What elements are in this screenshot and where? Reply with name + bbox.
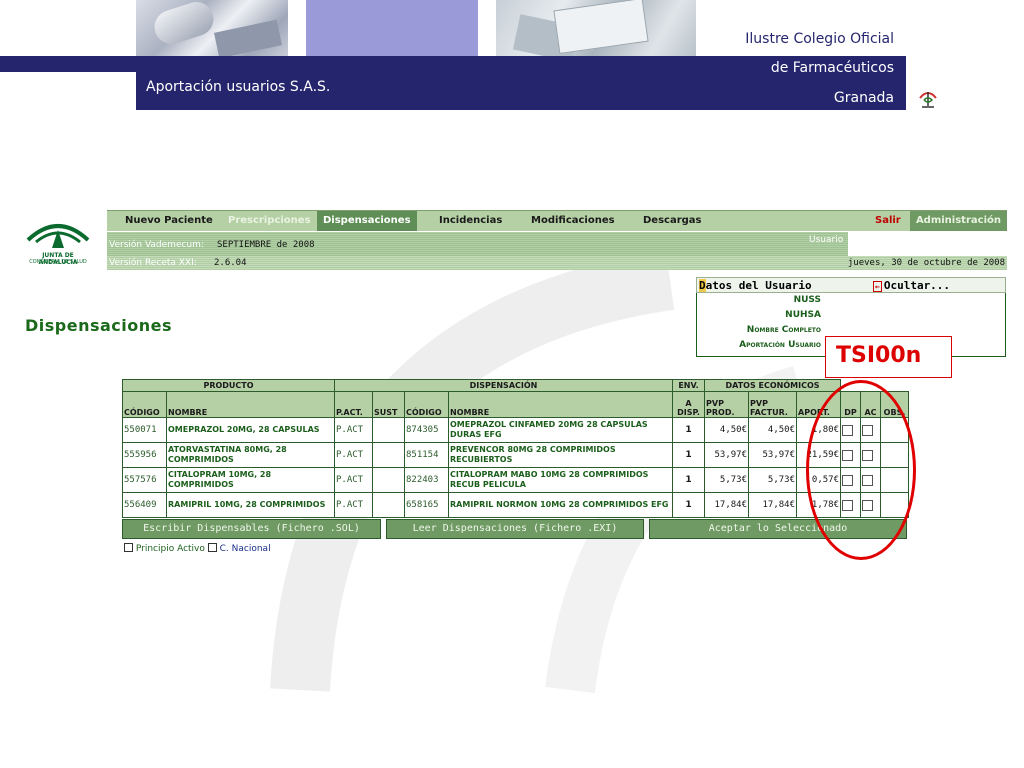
col-codigo-disp: CÓDIGO [404,391,449,418]
user-data-title: Datos del Usuario [699,279,812,292]
dispensations-table: PRODUCTO DISPENSACIÓN ENV. DATOS ECONÓMI… [122,379,910,518]
header-photo-pda [136,0,288,59]
user-data-header: Datos del Usuario ← Ocultar... [696,277,1006,293]
cell-sust [372,492,405,518]
info-bar-receta: Versión Receta XXI: 2.6.04 jueves, 30 de… [107,256,1007,270]
receta-value: 2.6.04 [214,258,247,268]
nav-incidencias[interactable]: Incidencias [439,215,502,226]
vademecum-label: Versión Vademecum: [109,240,204,250]
cell-pvp-prod: 5,73€ [704,467,750,493]
cell-nombre: CITALOPRAM 10MG, 28 COMPRIMIDOS [166,467,335,493]
usuario-label: Usuario [809,235,844,245]
principio-activo-label: Principio Activo [135,544,205,554]
header-photo-documents [496,0,696,62]
cell-nombre-disp: OMEPRAZOL CINFAMED 20MG 28 CAPSULAS DURA… [447,417,674,443]
c-nacional-checkbox[interactable] [207,543,217,552]
app-title: Aportación usuarios S.A.S. [146,79,331,95]
cell-nombre: ATORVASTATINA 80MG, 28 COMPRIMIDOS [166,442,335,468]
cell-pact: P.ACT [334,467,373,493]
col-pact: P.ACT. [334,391,373,418]
main-navbar: Nuevo Paciente Prescripciones Dispensaci… [107,210,1007,231]
cell-sust [372,417,405,443]
nav-nuevo-paciente[interactable]: Nuevo Paciente [125,215,213,226]
cell-pvp-fact: 5,73€ [748,467,798,493]
col-nombre-disp: NOMBRE [447,391,674,418]
cell-codigo: 550071 [122,417,167,443]
cell-codigo-disp: 658165 [404,492,449,518]
hide-user-data-link[interactable]: ← Ocultar... [873,279,950,292]
cell-qty: 1 [672,492,706,518]
col-pvp-prod: PVP PROD. [704,391,750,418]
cell-pvp-fact: 53,97€ [748,442,798,468]
college-name-line2: de Farmacéuticos [770,60,894,76]
back-arrow-icon: ← [873,281,882,292]
col-nombre: NOMBRE [166,391,335,418]
group-header-env: ENV. [672,379,706,392]
cell-codigo-disp: 851154 [404,442,449,468]
principio-activo-checkbox[interactable] [124,543,133,552]
table-row: 555956 ATORVASTATINA 80MG, 28 COMPRIMIDO… [122,442,910,468]
nav-salir[interactable]: Salir [875,215,901,226]
cell-pvp-prod: 4,50€ [704,417,750,443]
cell-sust [372,442,405,468]
cell-nombre: RAMIPRIL 10MG, 28 COMPRIMIDOS [166,492,335,518]
cell-nombre-disp: PREVENCOR 80MG 28 COMPRIMIDOS RECUBIERTO… [447,442,674,468]
pharmacy-logo-icon [919,92,937,108]
cell-codigo: 556409 [122,492,167,518]
cell-codigo: 555956 [122,442,167,468]
receta-label: Versión Receta XXI: [109,258,197,268]
col-pvp-factur: PVP FACTUR. [748,391,798,418]
current-date: jueves, 30 de octubre de 2008 [847,258,1005,268]
header-color-block [306,0,478,56]
cell-pvp-prod: 17,84€ [704,492,750,518]
nombre-completo-label: Nombre Completo [746,325,821,335]
group-header-dispensacion: DISPENSACIÓN [333,379,674,392]
col-a-disp: A DISP. [672,391,706,418]
annotation-label: TSI00n [825,336,952,378]
cell-codigo: 557576 [122,467,167,493]
cell-sust [372,467,405,493]
nav-administracion[interactable]: Administración [909,211,1007,231]
write-dispensables-button[interactable]: Escribir Dispensables (Fichero .SOL) [122,519,381,539]
nav-dispensaciones[interactable]: Dispensaciones [317,211,417,231]
cell-codigo-disp: 822403 [404,467,449,493]
usuario-field [848,232,1007,256]
nav-descargas[interactable]: Descargas [643,215,702,226]
college-name-line1: Ilustre Colegio Oficial [745,31,894,47]
college-name-line3: Granada [833,90,894,106]
cell-nombre: OMEPRAZOL 20MG, 28 CAPSULAS [166,417,335,443]
page-title: Dispensaciones [25,316,173,335]
aportacion-usuario-label: Aportación Usuario [739,340,821,350]
nuss-label: NUSS [793,295,821,305]
nav-modificaciones[interactable]: Modificaciones [531,215,615,226]
nuhsa-label: NUHSA [785,310,821,320]
table-row: 550071 OMEPRAZOL 20MG, 28 CAPSULAS P.ACT… [122,417,910,443]
cell-nombre-disp: RAMIPRIL NORMON 10MG 28 COMPRIMIDOS EFG [447,492,674,518]
group-header-producto: PRODUCTO [122,379,335,392]
annotation-ellipse [806,380,916,560]
vademecum-value: SEPTIEMBRE de 2008 [217,240,315,250]
table-row: 557576 CITALOPRAM 10MG, 28 COMPRIMIDOS P… [122,467,910,493]
cell-pvp-prod: 53,97€ [704,442,750,468]
cell-pvp-fact: 17,84€ [748,492,798,518]
cell-pvp-fact: 4,50€ [748,417,798,443]
cell-pact: P.ACT [334,492,373,518]
cell-qty: 1 [672,417,706,443]
junta-department: CONSEJERIA DE SALUD [29,259,87,265]
cell-qty: 1 [672,467,706,493]
cell-codigo-disp: 874305 [404,417,449,443]
nav-prescripciones[interactable]: Prescripciones [228,215,311,226]
c-nacional-label: C. Nacional [219,544,271,554]
cell-qty: 1 [672,442,706,468]
search-options: Principio Activo C. Nacional [124,543,271,554]
col-sust: SUST [372,391,405,418]
read-dispensations-button[interactable]: Leer Dispensaciones (Fichero .EXI) [386,519,644,539]
cell-pact: P.ACT [334,442,373,468]
col-codigo: CÓDIGO [122,391,167,418]
cell-nombre-disp: CITALOPRAM MABO 10MG 28 COMPRIMIDOS RECU… [447,467,674,493]
group-header-datos-economicos: DATOS ECONÓMICOS [704,379,842,392]
cell-pact: P.ACT [334,417,373,443]
table-row: 556409 RAMIPRIL 10MG, 28 COMPRIMIDOS P.A… [122,492,910,518]
